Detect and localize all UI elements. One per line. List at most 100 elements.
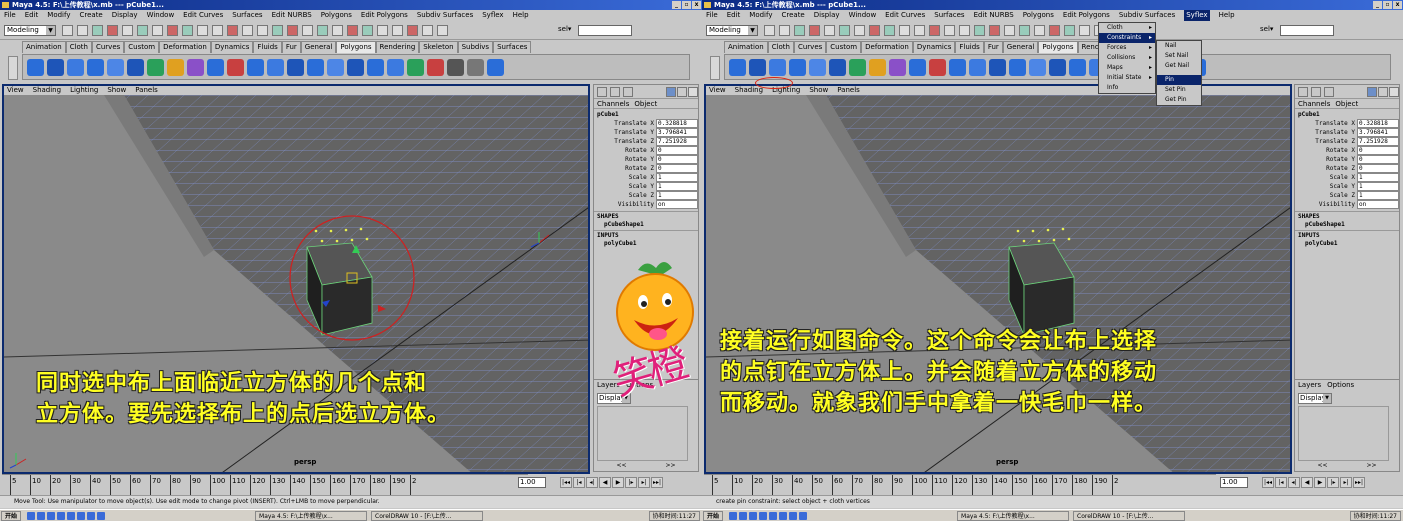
pick-curves-icon[interactable] (884, 25, 895, 36)
attr-field[interactable]: 1 (656, 182, 698, 191)
snap-grid-icon[interactable] (974, 25, 985, 36)
minimize-button[interactable]: _ (672, 1, 681, 9)
menu-item-constraints[interactable]: Constraints ▸ (1099, 33, 1155, 43)
quick-launch-icon[interactable] (769, 511, 778, 520)
open-scene-icon[interactable] (77, 25, 88, 36)
history-icon[interactable] (332, 25, 343, 36)
taskbar-task-coreldraw[interactable]: CorelDRAW 10 - [F:\上传... (1073, 510, 1186, 521)
combine-icon[interactable] (147, 59, 164, 76)
combine-icon[interactable] (849, 59, 866, 76)
shelf-tab-fluids[interactable]: Fluids (253, 41, 282, 53)
nav-prev[interactable]: << (616, 462, 626, 469)
vp-menu-shading[interactable]: Shading (735, 86, 763, 95)
new-scene-icon[interactable] (764, 25, 775, 36)
vp-menu-show[interactable]: Show (107, 86, 126, 95)
quick-launch-icon[interactable] (739, 511, 748, 520)
step-forward-key-icon[interactable]: ▸| (1340, 477, 1352, 488)
separate-icon[interactable] (167, 59, 184, 76)
open-scene-icon[interactable] (779, 25, 790, 36)
channel-layout-icon-3[interactable] (623, 87, 633, 97)
pick-deform-icon[interactable] (914, 25, 925, 36)
collapse-icon[interactable] (347, 59, 364, 76)
current-frame-field[interactable]: 1.00 (518, 477, 546, 488)
snap-point-icon[interactable] (1004, 25, 1015, 36)
uv-editor-icon[interactable] (407, 59, 424, 76)
shelf-tab-fluids[interactable]: Fluids (955, 41, 984, 53)
step-forward-key-icon[interactable]: ▸| (638, 477, 650, 488)
maximize-button[interactable]: ▫ (682, 1, 691, 9)
channel-layout-icon-2[interactable] (1311, 87, 1321, 97)
wedge-faces-icon[interactable] (387, 59, 404, 76)
sel-field[interactable] (578, 25, 632, 36)
split-polygon-icon[interactable] (989, 59, 1006, 76)
channel-box-icon[interactable] (1389, 87, 1399, 97)
menu-file[interactable]: File (706, 10, 718, 21)
play-forward-icon[interactable]: ▶ (612, 477, 624, 488)
attribute-editor-icon[interactable] (1367, 87, 1377, 97)
quick-launch-icon[interactable] (77, 511, 86, 520)
attr-field[interactable]: 0 (1357, 146, 1399, 155)
shelf-menu-arrow[interactable] (710, 56, 720, 80)
render-icon[interactable] (1049, 25, 1060, 36)
menu-edit-nurbs[interactable]: Edit NURBS (974, 10, 1014, 21)
menu-item-maps[interactable]: Maps ▸ (1099, 63, 1155, 73)
layer-display-dropdown[interactable]: Display ▼ (1298, 393, 1332, 404)
shelf-tab-animation[interactable]: Animation (724, 41, 768, 53)
shelf-tab-fur[interactable]: Fur (281, 41, 301, 53)
shelf-tab-polygons[interactable]: Polygons (1038, 41, 1078, 53)
tool-settings-icon[interactable] (1378, 87, 1388, 97)
ipr-icon[interactable] (1064, 25, 1075, 36)
shelf-tab-polygons[interactable]: Polygons (336, 41, 376, 53)
attr-field[interactable]: 3.796841 (656, 128, 698, 137)
quick-launch-icon[interactable] (779, 511, 788, 520)
menu-syflex[interactable]: Syflex (482, 10, 503, 21)
save-scene-icon[interactable] (794, 25, 805, 36)
attr-field[interactable]: 1 (1357, 173, 1399, 182)
vp-menu-view[interactable]: View (709, 86, 726, 95)
play-backward-icon[interactable]: ◀ (599, 477, 611, 488)
shelf-tab-cloth[interactable]: Cloth (65, 41, 92, 53)
tab-channels[interactable]: Channels (1298, 100, 1330, 108)
quick-launch-icon[interactable] (749, 511, 758, 520)
menu-item-forces[interactable]: Forces ▸ (1099, 43, 1155, 53)
shelf-tab-deformation[interactable]: Deformation (861, 41, 913, 53)
poly-sphere-icon[interactable] (729, 59, 746, 76)
extract-icon[interactable] (187, 59, 204, 76)
menu-display[interactable]: Display (112, 10, 138, 21)
menu-item-get-pin[interactable]: Get Pin (1157, 95, 1201, 105)
menu-edit-nurbs[interactable]: Edit NURBS (272, 10, 312, 21)
select-hierarchy-icon[interactable] (107, 25, 118, 36)
pick-curves-icon[interactable] (182, 25, 193, 36)
show-editor-icon[interactable] (392, 25, 403, 36)
extrude-face-icon[interactable] (247, 59, 264, 76)
select-hierarchy-icon[interactable] (809, 25, 820, 36)
smooth-icon[interactable] (207, 59, 224, 76)
step-back-key-icon[interactable]: |◂ (1275, 477, 1287, 488)
snap-curve-icon[interactable] (287, 25, 298, 36)
menu-syflex[interactable]: Syflex (1184, 10, 1210, 21)
render-globals-icon[interactable] (1079, 25, 1090, 36)
shelf-tab-curves[interactable]: Curves (91, 41, 125, 53)
menu-item-get-nail[interactable]: Get Nail (1157, 61, 1201, 71)
pick-misc-icon[interactable] (959, 25, 970, 36)
attr-field[interactable]: 0 (656, 146, 698, 155)
tab-object[interactable]: Object (634, 100, 657, 108)
step-back-key-icon[interactable]: |◂ (573, 477, 585, 488)
shelf-tab-curves[interactable]: Curves (793, 41, 827, 53)
menu-help[interactable]: Help (513, 10, 529, 21)
pick-mask-icon[interactable] (152, 25, 163, 36)
menu-edit[interactable]: Edit (727, 10, 741, 21)
menu-surfaces[interactable]: Surfaces (232, 10, 262, 21)
attr-field[interactable]: 0 (1357, 164, 1399, 173)
pick-dynamics-icon[interactable] (929, 25, 940, 36)
menu-surfaces[interactable]: Surfaces (934, 10, 964, 21)
split-polygon-icon[interactable] (287, 59, 304, 76)
vp-menu-panels[interactable]: Panels (135, 86, 158, 95)
pick-misc-icon[interactable] (257, 25, 268, 36)
taskbar-task-maya[interactable]: Maya 4.5: F:\上传教程\x... (255, 510, 368, 521)
automatic-map-icon[interactable] (487, 59, 504, 76)
attr-field[interactable]: on (656, 200, 698, 209)
pick-render-icon[interactable] (242, 25, 253, 36)
merge-vertices-icon[interactable] (1029, 59, 1046, 76)
tool-settings-icon[interactable] (422, 25, 433, 36)
